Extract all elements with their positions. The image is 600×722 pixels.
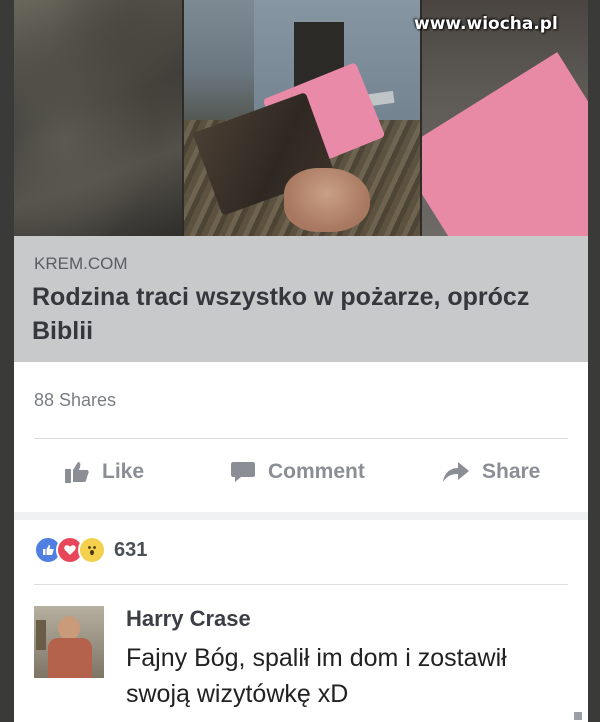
reaction-count: 631 xyxy=(114,538,148,561)
avatar-head xyxy=(58,616,80,640)
screenshot-frame: KREM.COM Rodzina traci wszystko w pożarz… xyxy=(14,0,588,722)
share-arrow-icon xyxy=(442,460,470,484)
thumbs-up-icon xyxy=(64,460,90,484)
share-label: Share xyxy=(482,460,541,483)
site-watermark: www.wiocha.pl xyxy=(414,14,558,34)
avatar[interactable] xyxy=(34,606,104,678)
divider xyxy=(34,584,568,585)
link-domain: KREM.COM xyxy=(34,254,128,273)
link-preview-caption[interactable]: KREM.COM Rodzina traci wszystko w pożarz… xyxy=(14,236,588,362)
comment-label: Comment xyxy=(268,460,365,483)
hand xyxy=(284,168,370,232)
wow-icon xyxy=(78,536,106,564)
avatar-background xyxy=(36,620,46,650)
link-preview-image[interactable] xyxy=(14,0,588,236)
pink-card-closeup xyxy=(422,52,588,236)
comment-button[interactable]: Comment xyxy=(230,448,365,496)
section-separator xyxy=(14,512,588,520)
photo-panel-left xyxy=(14,0,182,236)
like-label: Like xyxy=(102,460,145,483)
action-bar: Like Comment Share xyxy=(14,448,588,496)
comment-icon xyxy=(230,460,256,484)
post-body: 88 Shares Like Comment Share 631 Harry C… xyxy=(14,362,588,722)
corner-marker xyxy=(574,712,582,720)
comment: Harry Crase Fajny Bóg, spalił im dom i z… xyxy=(34,602,574,722)
comment-text: Fajny Bóg, spalił im dom i zostawił swoj… xyxy=(126,644,507,708)
commenter-name[interactable]: Harry Crase xyxy=(126,606,251,632)
shares-count[interactable]: 88 Shares xyxy=(34,390,116,411)
reactions-summary[interactable]: 631 xyxy=(34,534,147,566)
photo-panel-right xyxy=(422,0,588,236)
share-button[interactable]: Share xyxy=(442,448,540,496)
avatar-body xyxy=(48,638,92,678)
like-button[interactable]: Like xyxy=(64,448,144,496)
divider xyxy=(34,438,568,439)
photo-panel-middle xyxy=(184,0,420,236)
link-title[interactable]: Rodzina traci wszystko w pożarze, oprócz… xyxy=(32,280,572,348)
